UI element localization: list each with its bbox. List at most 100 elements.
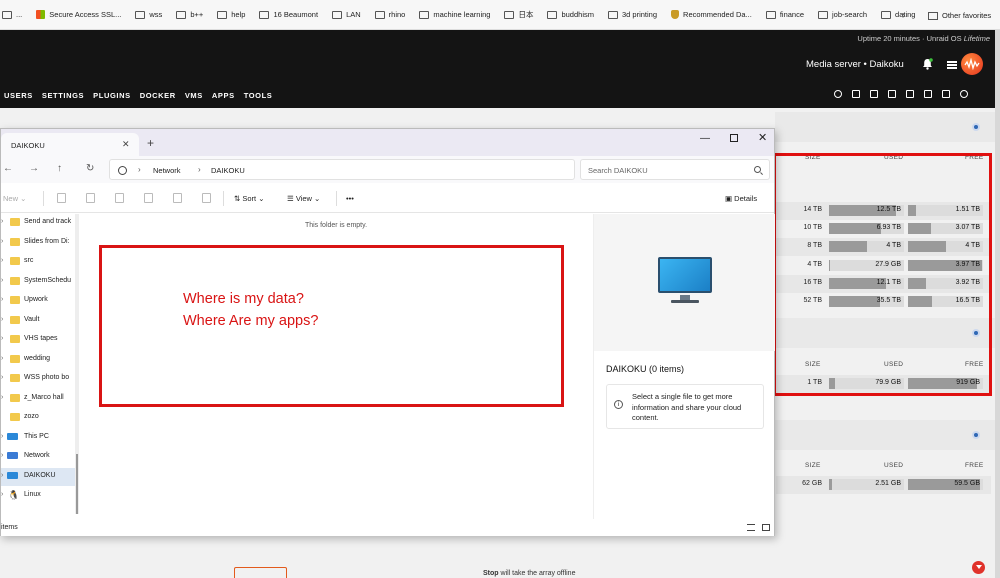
search-icon[interactable] xyxy=(754,166,761,173)
breadcrumb-network[interactable]: Network xyxy=(153,166,181,175)
page-scrollbar[interactable] xyxy=(995,30,1000,578)
forward-arrow-icon[interactable]: → xyxy=(29,163,39,174)
scroll-down-icon[interactable] xyxy=(972,561,985,574)
copy-icon[interactable] xyxy=(86,193,95,203)
favorite-item[interactable]: rhino xyxy=(374,10,405,19)
search-input[interactable] xyxy=(588,163,748,177)
favorite-item[interactable]: 日本 xyxy=(504,9,533,20)
nav-item-vms[interactable]: VMS xyxy=(185,91,203,100)
help-icon[interactable] xyxy=(960,90,968,98)
delete-icon[interactable] xyxy=(202,193,211,203)
hamburger-menu-icon[interactable] xyxy=(947,61,957,69)
favorite-item[interactable]: b++ xyxy=(176,10,203,19)
paste-icon[interactable] xyxy=(115,193,124,203)
search-box[interactable] xyxy=(580,159,770,180)
expand-chevron-icon[interactable]: › xyxy=(1,296,3,303)
favorite-item[interactable]: 16 Beaumont xyxy=(259,10,318,19)
disk-row[interactable]: 62 GB 2.51 GB 59.5 GB xyxy=(776,476,991,494)
expand-chevron-icon[interactable]: › xyxy=(1,316,3,323)
nav-pane-item[interactable]: › wedding xyxy=(1,351,75,369)
nav-pane-item[interactable]: › SystemSchedu xyxy=(1,273,75,291)
nav-pane-item[interactable]: › Slides from Di: xyxy=(1,234,75,252)
nav-item-users[interactable]: USERS xyxy=(4,91,33,100)
notification-bell-icon[interactable] xyxy=(922,58,933,70)
back-arrow-icon[interactable]: ← xyxy=(3,163,13,174)
feedback-icon[interactable] xyxy=(906,90,914,98)
nav-pane-item[interactable]: › z_Marco hall xyxy=(1,390,75,408)
favorite-item[interactable]: Secure Access SSL... xyxy=(36,10,121,19)
close-window-button[interactable]: ✕ xyxy=(758,131,767,144)
favorite-item[interactable]: LAN xyxy=(332,10,361,19)
favorite-item[interactable]: machine learning xyxy=(419,10,490,19)
rename-icon[interactable] xyxy=(144,193,153,203)
logout-icon[interactable] xyxy=(852,90,860,98)
expand-chevron-icon[interactable]: › xyxy=(1,374,3,381)
close-tab-icon[interactable]: ✕ xyxy=(122,139,130,150)
settings-gear-icon[interactable] xyxy=(972,431,980,439)
more-options-button[interactable]: ••• xyxy=(346,194,354,203)
new-tab-button[interactable]: + xyxy=(147,136,154,150)
view-button[interactable]: ☰ View ⌄ xyxy=(287,194,320,203)
expand-chevron-icon[interactable]: › xyxy=(1,238,3,245)
favorite-item[interactable]: 3d printing xyxy=(608,10,657,19)
expand-chevron-icon[interactable]: › xyxy=(1,355,3,362)
unraid-logo[interactable] xyxy=(961,53,983,75)
minimize-button[interactable]: — xyxy=(700,133,710,144)
nav-pane-item[interactable]: › WSS photo bo xyxy=(1,370,75,388)
favorite-item[interactable]: dating xyxy=(881,10,915,19)
nav-pane-item[interactable]: › Network xyxy=(1,448,75,466)
log-icon[interactable] xyxy=(942,90,950,98)
details-pane-button[interactable]: ▣ Details xyxy=(725,194,757,203)
nav-pane-item[interactable]: › src xyxy=(1,253,75,271)
nav-item-tools[interactable]: TOOLS xyxy=(244,91,273,100)
nav-item-settings[interactable]: SETTINGS xyxy=(42,91,84,100)
sort-button[interactable]: ⇅ Sort ⌄ xyxy=(234,194,265,203)
favorites-overflow-chevron-icon[interactable]: › xyxy=(902,10,905,21)
refresh-icon[interactable]: ↻ xyxy=(86,163,94,174)
up-arrow-icon[interactable]: ↑ xyxy=(57,163,62,174)
address-box[interactable]: › Network › DAIKOKU xyxy=(109,159,575,180)
other-favorites-button[interactable]: Other favorites xyxy=(928,11,991,20)
search-icon[interactable] xyxy=(834,90,842,98)
nav-pane-item[interactable]: › 🐧 Linux xyxy=(1,487,75,505)
expand-chevron-icon[interactable]: › xyxy=(1,257,3,264)
favorite-item[interactable]: buddhism xyxy=(547,10,594,19)
expand-chevron-icon[interactable]: › xyxy=(1,335,3,342)
nav-pane-item[interactable]: › Send and track xyxy=(1,214,75,232)
nav-pane-item[interactable]: › Upwork xyxy=(1,292,75,310)
tab-daikoku[interactable]: DAIKOKU ✕ xyxy=(1,133,139,156)
nav-pane-item[interactable]: › VHS tapes xyxy=(1,331,75,349)
favorite-item[interactable]: ... xyxy=(2,10,22,19)
nav-item-docker[interactable]: DOCKER xyxy=(140,91,176,100)
nav-pane-item[interactable]: › DAIKOKU xyxy=(1,467,75,486)
nav-pane-item[interactable]: › Vault xyxy=(1,312,75,330)
expand-chevron-icon[interactable]: › xyxy=(1,472,3,479)
copy-icon[interactable] xyxy=(888,90,896,98)
tiles-view-icon[interactable] xyxy=(762,524,770,531)
expand-chevron-icon[interactable]: › xyxy=(1,491,3,498)
cut-icon[interactable] xyxy=(57,193,66,203)
favorite-item[interactable]: job-search xyxy=(818,10,867,19)
favorite-item[interactable]: wss xyxy=(135,10,162,19)
monitor-icon[interactable] xyxy=(924,90,932,98)
settings-gear-icon[interactable] xyxy=(972,123,980,131)
share-icon[interactable] xyxy=(173,193,182,203)
expand-chevron-icon[interactable]: › xyxy=(1,433,3,440)
terminal-icon[interactable] xyxy=(870,90,878,98)
expand-chevron-icon[interactable]: › xyxy=(1,277,3,284)
expand-chevron-icon[interactable]: › xyxy=(1,394,3,401)
navigation-pane-scrollbar[interactable] xyxy=(75,214,79,514)
maximize-button[interactable] xyxy=(730,134,738,142)
details-view-icon[interactable] xyxy=(747,524,755,531)
nav-pane-item[interactable]: zozo xyxy=(1,409,75,427)
breadcrumb-daikoku[interactable]: DAIKOKU xyxy=(211,166,245,175)
new-button[interactable]: New ⌄ xyxy=(3,194,26,203)
expand-chevron-icon[interactable]: › xyxy=(1,218,3,225)
favorite-item[interactable]: help xyxy=(217,10,245,19)
favorite-item[interactable]: finance xyxy=(765,10,804,19)
nav-item-apps[interactable]: APPS xyxy=(212,91,235,100)
stop-array-button[interactable] xyxy=(234,567,287,578)
nav-item-plugins[interactable]: PLUGINS xyxy=(93,91,131,100)
expand-chevron-icon[interactable]: › xyxy=(1,452,3,459)
nav-pane-item[interactable]: › This PC xyxy=(1,429,75,447)
